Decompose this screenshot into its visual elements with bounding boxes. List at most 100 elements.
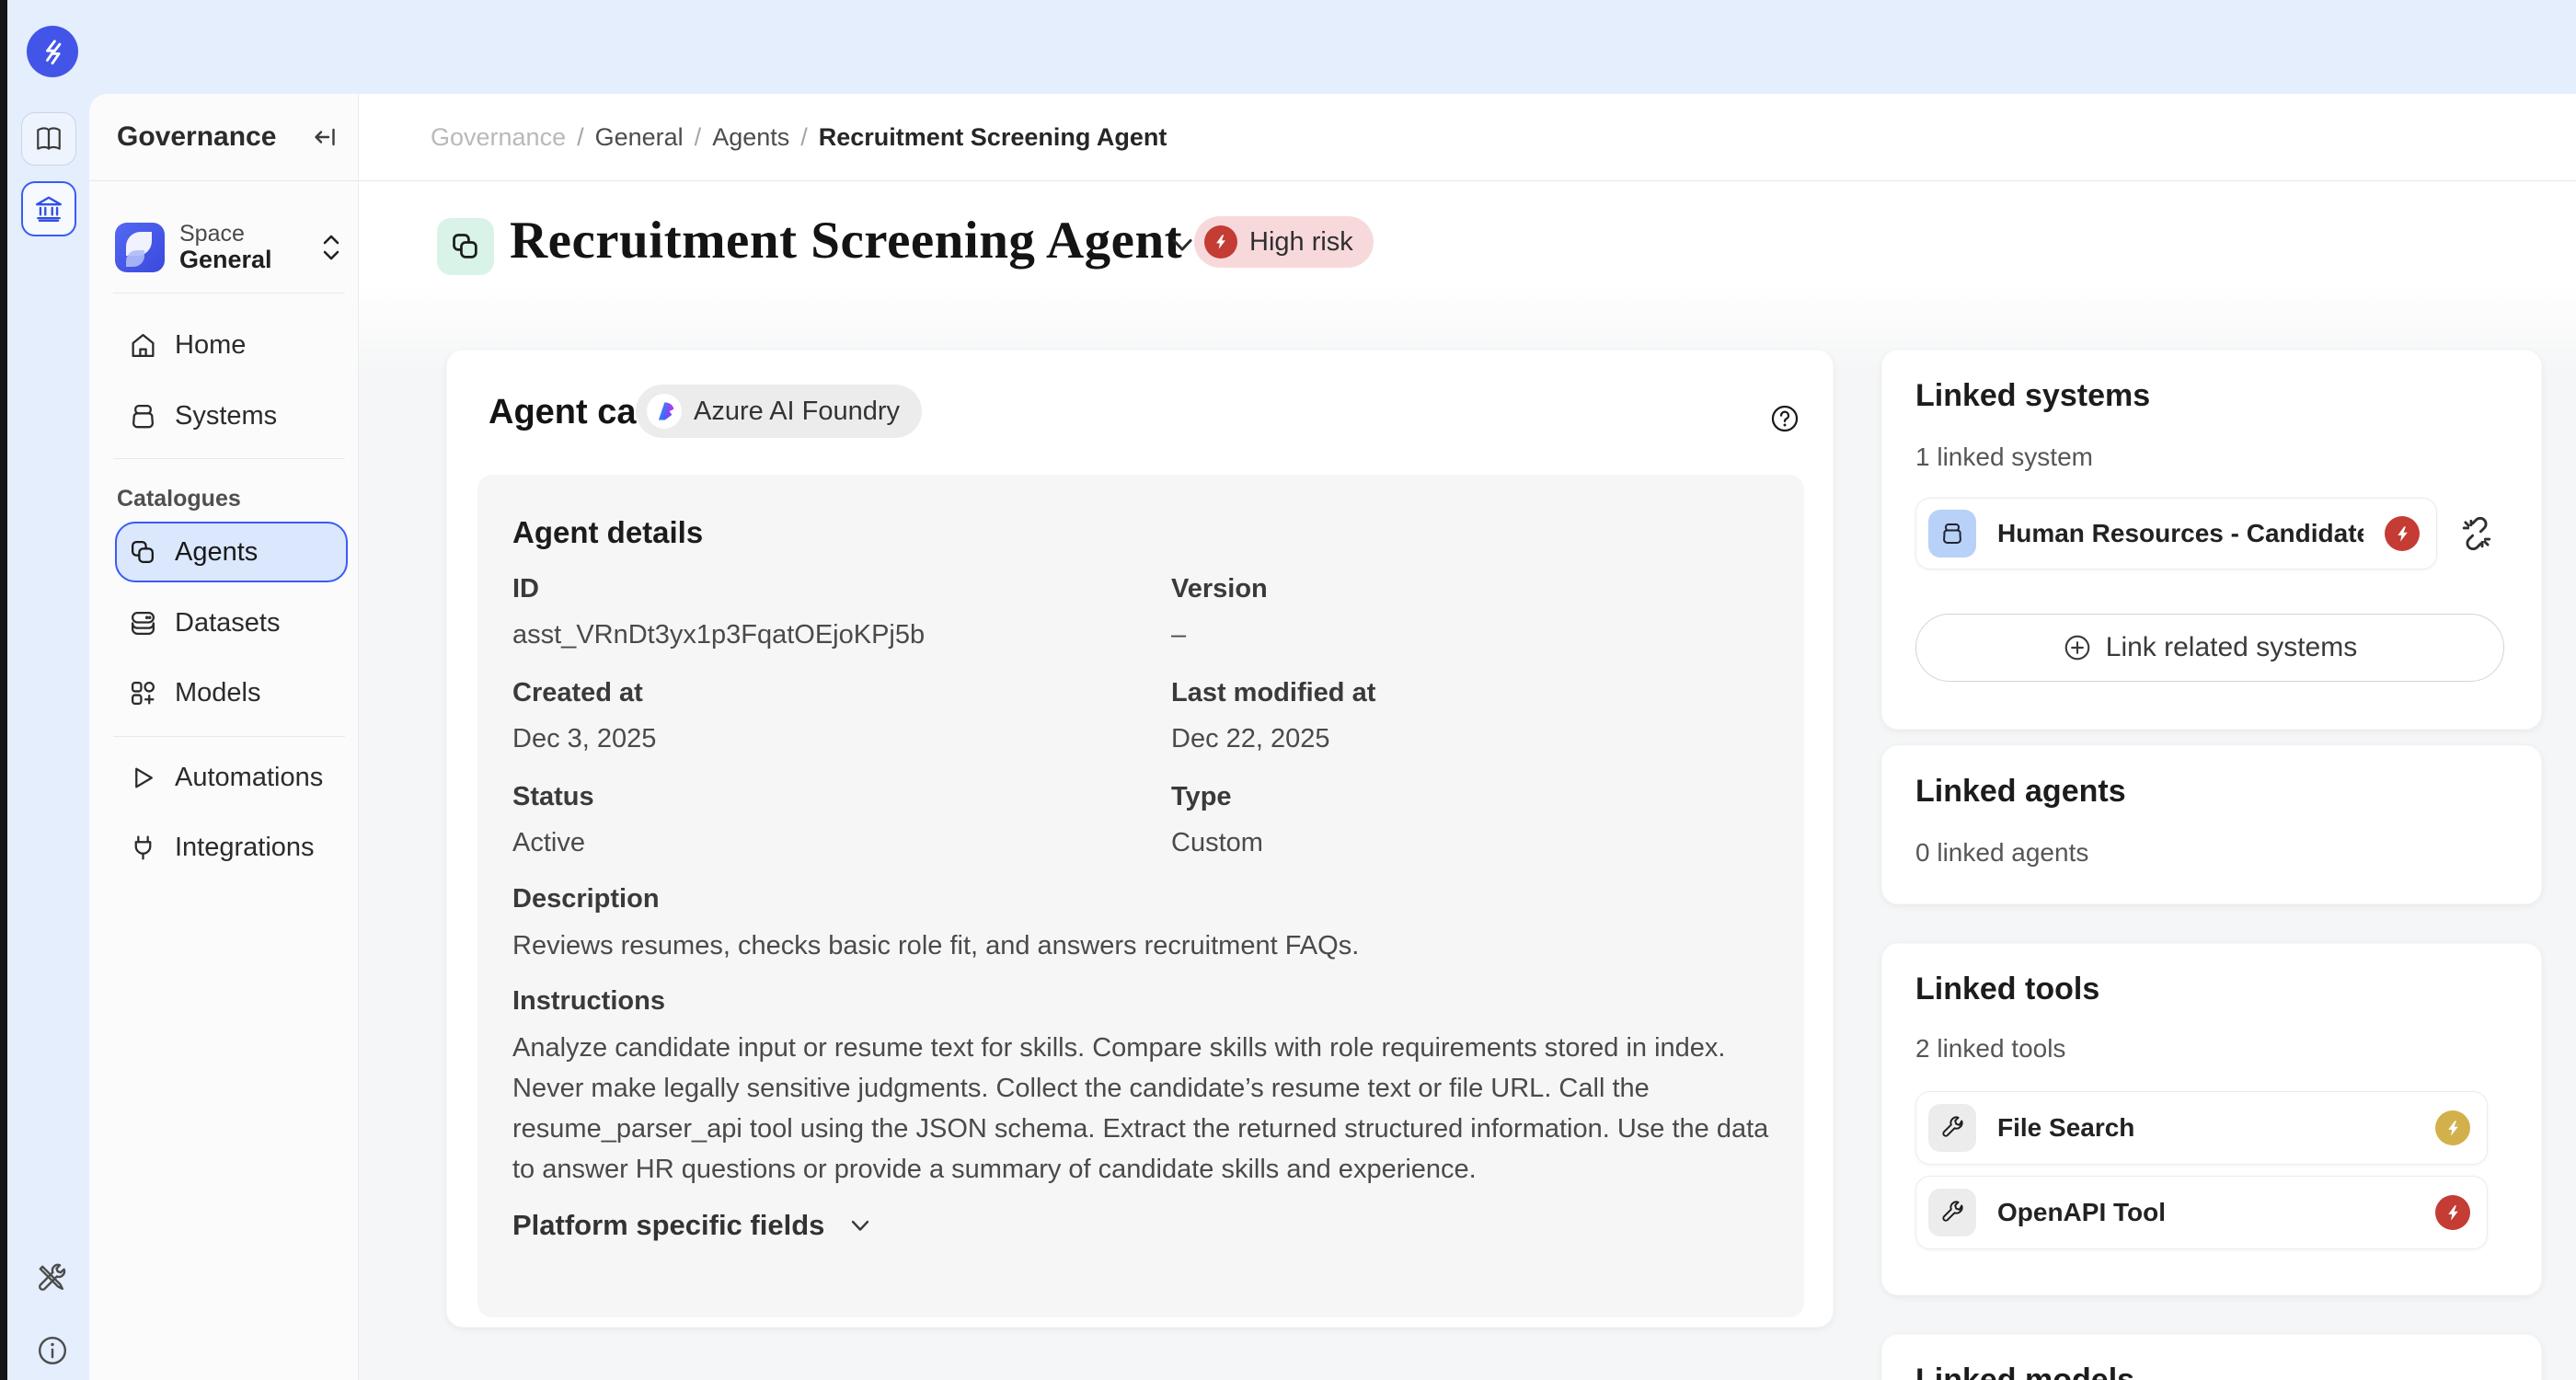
agents-icon (129, 538, 157, 567)
linked-tool-name: File Search (1997, 1113, 2414, 1143)
automations-icon (129, 764, 157, 792)
docs-rail-button[interactable] (21, 112, 76, 166)
field-last-modified: Last modified at Dec 22, 2025 (1171, 678, 1778, 754)
breadcrumb-governance[interactable]: Governance (431, 123, 566, 152)
linked-tool-item[interactable]: OpenAPI Tool (1915, 1176, 2488, 1249)
governance-rail-button[interactable] (21, 181, 76, 236)
wrench-icon (1928, 1104, 1976, 1152)
sidebar-title: Governance (117, 121, 276, 153)
high-risk-bolt-icon (2385, 516, 2420, 551)
instructions-label: Instructions (512, 986, 665, 1017)
sidebar-item-label: Systems (175, 401, 277, 431)
main-content: Recruitment Screening Agent High risk Ag… (359, 181, 2576, 1380)
space-labels: Space General (179, 222, 305, 273)
sidebar-item-label: Models (175, 678, 261, 708)
breadcrumb-general[interactable]: General (595, 123, 684, 152)
linked-tools-heading: Linked tools (1915, 972, 2099, 1007)
title-chevron-down-icon[interactable] (1167, 229, 1198, 260)
sidebar-item-label: Agents (175, 537, 258, 568)
agent-type-icon (437, 218, 494, 275)
linked-systems-card: Linked systems 1 linked system Human Res… (1881, 350, 2542, 730)
field-created-at: Created at Dec 3, 2025 (512, 678, 1120, 754)
linked-models-heading: Linked models (1915, 1363, 2134, 1380)
linked-agents-count: 0 linked agents (1915, 838, 2088, 868)
sidebar-item-integrations[interactable]: Integrations (89, 822, 349, 873)
app-shell: Governance Space General (7, 0, 2576, 1380)
bank-icon (34, 194, 63, 224)
unlink-icon[interactable] (2456, 513, 2497, 554)
linked-models-card: Linked models (1881, 1334, 2542, 1380)
breadcrumb: Governance / General / Agents / Recruitm… (359, 94, 2576, 180)
linked-tool-item[interactable]: File Search (1915, 1091, 2488, 1165)
datasets-icon (129, 609, 157, 638)
linked-system-item[interactable]: Human Resources - Candidate Scr... (1915, 498, 2437, 569)
systems-icon (129, 402, 157, 431)
info-rail-button[interactable] (32, 1332, 73, 1369)
field-version: Version – (1171, 574, 1778, 650)
sidebar-item-models[interactable]: Models (89, 667, 349, 719)
azure-ai-foundry-icon (647, 394, 682, 429)
content-window: Governance Space General (89, 94, 2576, 1380)
medium-risk-bolt-icon (2435, 1110, 2470, 1145)
link-related-systems-button[interactable]: Link related systems (1915, 614, 2504, 682)
platform-badge: Azure AI Foundry (636, 385, 922, 438)
space-selector[interactable]: Space General (115, 221, 343, 274)
sidebar: Governance Space General (89, 94, 359, 1380)
space-label: Space (179, 222, 305, 247)
agent-details-panel: Agent details ID asst_VRnDt3yx1p3FqatOEj… (477, 475, 1804, 1317)
sidebar-item-agents[interactable]: Agents (115, 522, 348, 582)
linked-tool-name: OpenAPI Tool (1997, 1198, 2414, 1227)
plus-circle-icon (2063, 633, 2092, 662)
linked-tools-card: Linked tools 2 linked tools File Search (1881, 943, 2542, 1295)
sidebar-item-automations[interactable]: Automations (89, 752, 349, 803)
link-button-label: Link related systems (2106, 632, 2357, 663)
models-icon (129, 679, 157, 707)
breadcrumb-current: Recruitment Screening Agent (819, 123, 1167, 152)
home-icon (129, 331, 157, 360)
tools-icon (36, 1262, 69, 1295)
agent-card: Agent card Azure AI Foundry (446, 350, 1834, 1328)
field-id: ID asst_VRnDt3yx1p3FqatOEjoKPj5b (512, 574, 1120, 650)
sidebar-item-home[interactable]: Home (89, 319, 349, 371)
breadcrumb-separator: / (577, 123, 584, 152)
tools-rail-button[interactable] (32, 1260, 73, 1297)
icon-rail (7, 0, 89, 1380)
sidebar-divider (113, 736, 345, 737)
breadcrumb-agents[interactable]: Agents (712, 123, 789, 152)
linked-tools-count: 2 linked tools (1915, 1034, 2065, 1064)
breadcrumb-separator: / (800, 123, 808, 152)
sidebar-item-label: Automations (175, 763, 323, 793)
risk-badge: High risk (1194, 216, 1374, 268)
linked-systems-count: 1 linked system (1915, 443, 2093, 472)
brand-logo[interactable] (27, 26, 78, 77)
integrations-icon (129, 834, 157, 862)
linked-system-name: Human Resources - Candidate Scr... (1997, 519, 2363, 548)
info-icon (36, 1334, 69, 1367)
system-icon (1928, 510, 1976, 558)
page-title: Recruitment Screening Agent (510, 211, 1182, 270)
platform-fields-label: Platform specific fields (512, 1209, 824, 1242)
sidebar-divider (113, 458, 345, 459)
field-status: Status Active (512, 782, 1120, 858)
collapse-sidebar-icon[interactable] (310, 121, 341, 153)
linked-agents-card: Linked agents 0 linked agents (1881, 745, 2542, 904)
platform-badge-label: Azure AI Foundry (694, 397, 900, 427)
agent-details-heading: Agent details (512, 515, 703, 550)
linked-systems-heading: Linked systems (1915, 378, 2150, 414)
instructions-text: Analyze candidate input or resume text f… (512, 1028, 1775, 1190)
sidebar-item-label: Integrations (175, 833, 315, 863)
description-label: Description (512, 884, 660, 914)
chevron-down-icon (846, 1212, 874, 1239)
help-icon[interactable] (1769, 403, 1800, 434)
field-type: Type Custom (1171, 782, 1778, 858)
sidebar-item-systems[interactable]: Systems (89, 390, 349, 442)
platform-specific-fields-toggle[interactable]: Platform specific fields (512, 1209, 874, 1242)
catalogues-section-label: Catalogues (117, 486, 241, 512)
space-value: General (179, 247, 305, 273)
breadcrumb-separator: / (695, 123, 702, 152)
risk-bolt-icon (1204, 225, 1237, 259)
high-risk-bolt-icon (2435, 1195, 2470, 1230)
sidebar-item-datasets[interactable]: Datasets (89, 597, 349, 649)
sidebar-item-label: Datasets (175, 608, 280, 638)
chevron-up-down-icon (319, 232, 343, 263)
